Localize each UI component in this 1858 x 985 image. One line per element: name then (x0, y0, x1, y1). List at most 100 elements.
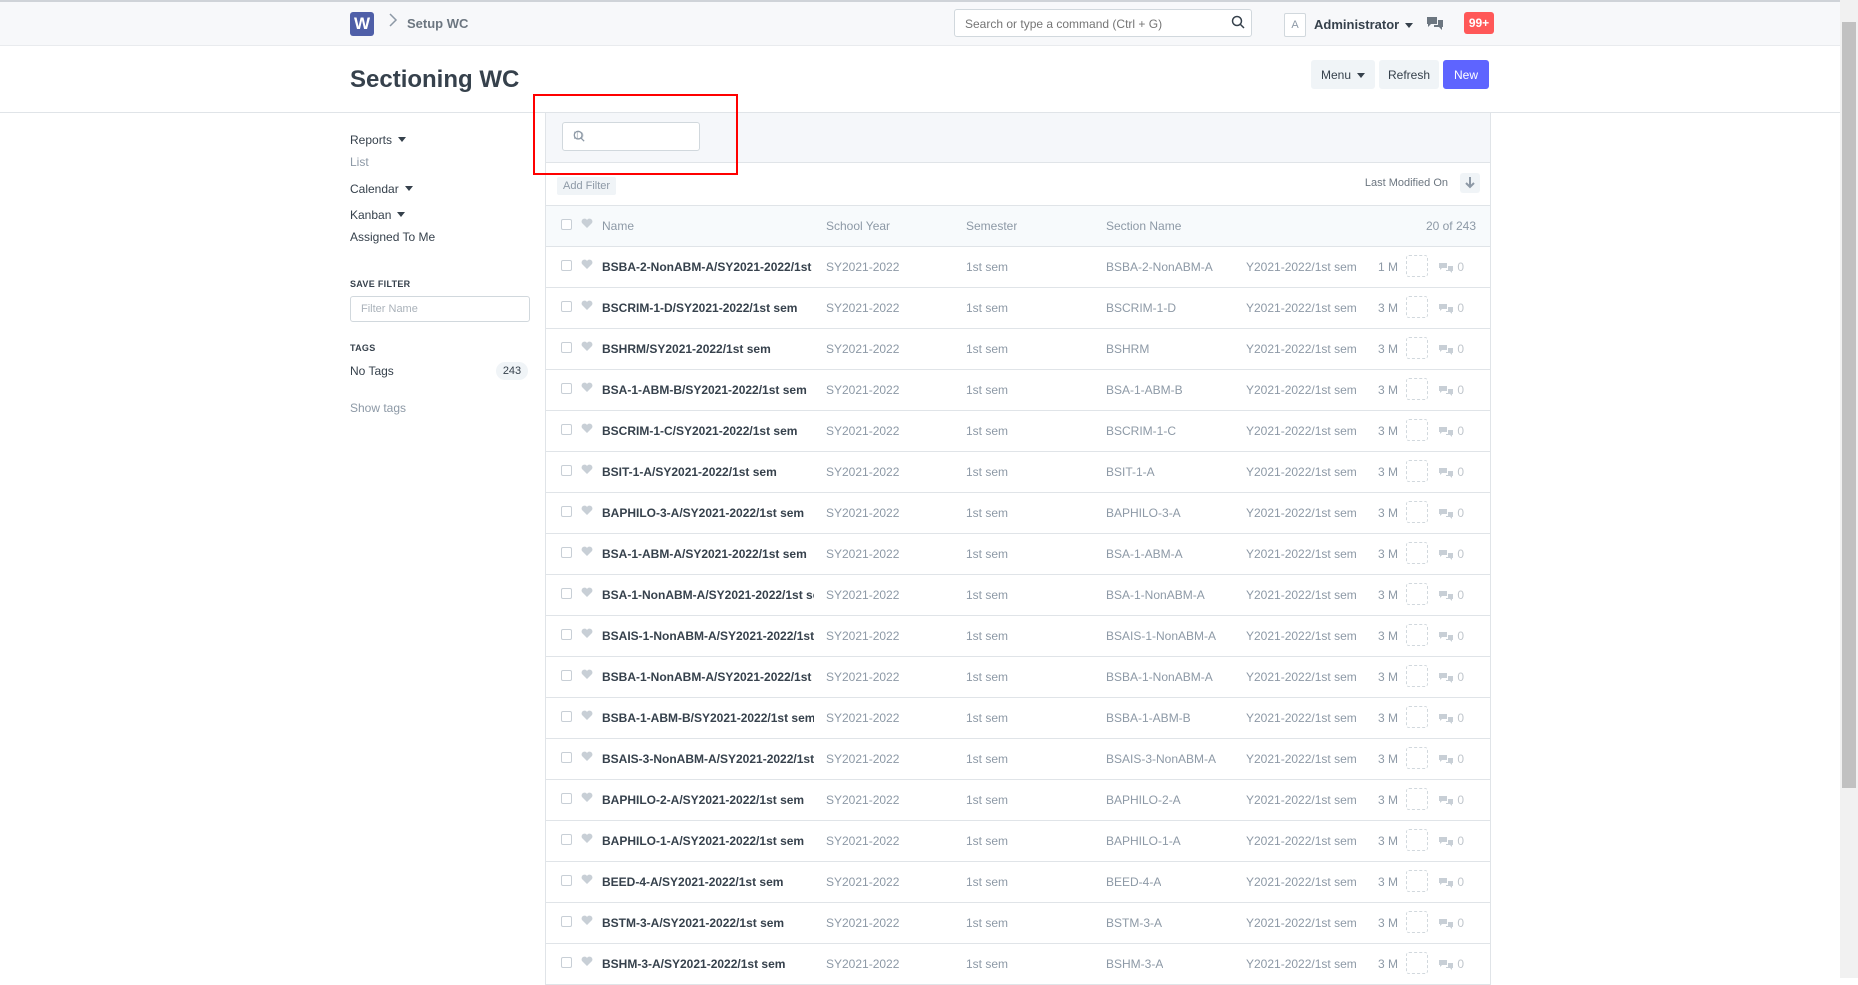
row-name-link[interactable]: BSBA-1-NonABM-A/SY2021-2022/1st sem (602, 670, 814, 684)
row-comments[interactable]: 0 (1438, 506, 1464, 520)
heart-icon[interactable] (581, 874, 593, 888)
list-row[interactable]: BSBA-2-NonABM-A/SY2021-2022/1st sem SY202… (546, 247, 1490, 288)
row-checkbox[interactable] (561, 301, 572, 312)
row-checkbox[interactable] (561, 875, 572, 886)
row-comments[interactable]: 0 (1438, 383, 1464, 397)
row-comments[interactable]: 0 (1438, 629, 1464, 643)
sidebar-item-reports[interactable]: Reports (350, 131, 407, 149)
menu-button[interactable]: Menu (1311, 60, 1375, 89)
row-assign-avatar[interactable] (1406, 542, 1428, 564)
row-name-link[interactable]: BEED-4-A/SY2021-2022/1st sem (602, 875, 814, 889)
row-assign-avatar[interactable] (1406, 460, 1428, 482)
row-checkbox[interactable] (561, 916, 572, 927)
row-checkbox[interactable] (561, 383, 572, 394)
row-checkbox[interactable] (561, 629, 572, 640)
sidebar-item-kanban[interactable]: Kanban (350, 206, 406, 224)
row-comments[interactable]: 0 (1438, 260, 1464, 274)
row-assign-avatar[interactable] (1406, 419, 1428, 441)
notification-badge[interactable]: 99+ (1464, 12, 1494, 34)
row-comments[interactable]: 0 (1438, 916, 1464, 930)
heart-icon[interactable] (581, 710, 593, 724)
heart-icon[interactable] (581, 382, 593, 396)
heart-icon[interactable] (581, 300, 593, 314)
list-row[interactable]: BSA-1-NonABM-A/SY2021-2022/1st sem SY2021… (546, 575, 1490, 616)
row-checkbox[interactable] (561, 465, 572, 476)
row-checkbox[interactable] (561, 588, 572, 599)
row-checkbox[interactable] (561, 506, 572, 517)
new-button[interactable]: New (1443, 60, 1489, 89)
row-assign-avatar[interactable] (1406, 706, 1428, 728)
row-comments[interactable]: 0 (1438, 301, 1464, 315)
row-checkbox[interactable] (561, 711, 572, 722)
row-name-link[interactable]: BSBA-1-ABM-B/SY2021-2022/1st sem (602, 711, 814, 725)
row-comments[interactable]: 0 (1438, 547, 1464, 561)
heart-icon[interactable] (581, 587, 593, 601)
sidebar-item-list[interactable]: List (350, 155, 369, 169)
row-assign-avatar[interactable] (1406, 911, 1428, 933)
row-checkbox[interactable] (561, 424, 572, 435)
row-name-link[interactable]: BAPHILO-1-A/SY2021-2022/1st sem (602, 834, 814, 848)
list-row[interactable]: BSA-1-ABM-B/SY2021-2022/1st sem SY2021-20… (546, 370, 1490, 411)
sort-selector[interactable]: Last Modified On (1365, 177, 1448, 189)
list-row[interactable]: BSAIS-1-NonABM-A/SY2021-2022/1st sem SY20… (546, 616, 1490, 657)
refresh-button[interactable]: Refresh (1379, 60, 1439, 89)
row-name-link[interactable]: BSCRIM-1-C/SY2021-2022/1st sem (602, 424, 814, 438)
row-comments[interactable]: 0 (1438, 752, 1464, 766)
row-name-link[interactable]: BSA-1-NonABM-A/SY2021-2022/1st sem (602, 588, 814, 602)
sidebar-item-calendar[interactable]: Calendar (350, 180, 413, 198)
row-assign-avatar[interactable] (1406, 296, 1428, 318)
heart-icon[interactable] (581, 423, 593, 437)
row-name-link[interactable]: BSHRM/SY2021-2022/1st sem (602, 342, 814, 356)
row-assign-avatar[interactable] (1406, 337, 1428, 359)
row-assign-avatar[interactable] (1406, 829, 1428, 851)
heart-icon[interactable] (581, 546, 593, 560)
row-name-link[interactable]: BSTM-3-A/SY2021-2022/1st sem (602, 916, 814, 930)
sort-order-button[interactable] (1460, 173, 1480, 193)
list-row[interactable]: BAPHILO-1-A/SY2021-2022/1st sem SY2021-20… (546, 821, 1490, 862)
row-comments[interactable]: 0 (1438, 424, 1464, 438)
heart-icon[interactable] (581, 505, 593, 519)
heart-icon[interactable] (581, 751, 593, 765)
heart-icon[interactable] (581, 792, 593, 806)
row-assign-avatar[interactable] (1406, 378, 1428, 400)
row-comments[interactable]: 0 (1438, 711, 1464, 725)
breadcrumb[interactable]: Setup WC (407, 16, 468, 31)
sidebar-item-no-tags[interactable]: No Tags (350, 364, 394, 378)
list-row[interactable]: BSCRIM-1-D/SY2021-2022/1st sem SY2021-202… (546, 288, 1490, 329)
row-assign-avatar[interactable] (1406, 747, 1428, 769)
row-name-link[interactable]: BSA-1-ABM-A/SY2021-2022/1st sem (602, 547, 814, 561)
scrollbar-thumb[interactable] (1842, 22, 1856, 788)
row-assign-avatar[interactable] (1406, 870, 1428, 892)
search-input[interactable] (955, 10, 1227, 38)
list-row[interactable]: BAPHILO-3-A/SY2021-2022/1st sem SY2021-20… (546, 493, 1490, 534)
row-name-link[interactable]: BAPHILO-2-A/SY2021-2022/1st sem (602, 793, 814, 807)
show-tags-link[interactable]: Show tags (350, 401, 406, 415)
row-name-link[interactable]: BSBA-2-NonABM-A/SY2021-2022/1st sem (602, 260, 814, 274)
filter-name-field[interactable]: Filter Name (350, 296, 530, 322)
user-menu[interactable]: Administrator (1314, 17, 1414, 32)
row-checkbox[interactable] (561, 670, 572, 681)
list-row[interactable]: BSTM-3-A/SY2021-2022/1st sem SY2021-2022 1… (546, 903, 1490, 944)
row-comments[interactable]: 0 (1438, 670, 1464, 684)
row-name-link[interactable]: BSCRIM-1-D/SY2021-2022/1st sem (602, 301, 814, 315)
heart-icon[interactable] (581, 464, 593, 478)
list-row[interactable]: BEED-4-A/SY2021-2022/1st sem SY2021-2022 1… (546, 862, 1490, 903)
list-row[interactable]: BSA-1-ABM-A/SY2021-2022/1st sem SY2021-20… (546, 534, 1490, 575)
row-checkbox[interactable] (561, 752, 572, 763)
row-checkbox[interactable] (561, 547, 572, 558)
row-assign-avatar[interactable] (1406, 665, 1428, 687)
heart-icon[interactable] (581, 218, 593, 232)
list-row[interactable]: BSCRIM-1-C/SY2021-2022/1st sem SY2021-202… (546, 411, 1490, 452)
heart-icon[interactable] (581, 669, 593, 683)
list-row[interactable]: BSBA-1-NonABM-A/SY2021-2022/1st sem SY202… (546, 657, 1490, 698)
list-row[interactable]: BSIT-1-A/SY2021-2022/1st sem SY2021-2022 1… (546, 452, 1490, 493)
row-name-link[interactable]: BSHM-3-A/SY2021-2022/1st sem (602, 957, 814, 971)
sidebar-item-assigned-to-me[interactable]: Assigned To Me (350, 230, 435, 244)
row-comments[interactable]: 0 (1438, 465, 1464, 479)
list-row[interactable]: BAPHILO-2-A/SY2021-2022/1st sem SY2021-20… (546, 780, 1490, 821)
row-name-link[interactable]: BSAIS-3-NonABM-A/SY2021-2022/1st sem (602, 752, 814, 766)
row-name-link[interactable]: BSAIS-1-NonABM-A/SY2021-2022/1st sem (602, 629, 814, 643)
select-all-checkbox[interactable] (561, 219, 572, 230)
row-comments[interactable]: 0 (1438, 957, 1464, 971)
row-checkbox[interactable] (561, 793, 572, 804)
